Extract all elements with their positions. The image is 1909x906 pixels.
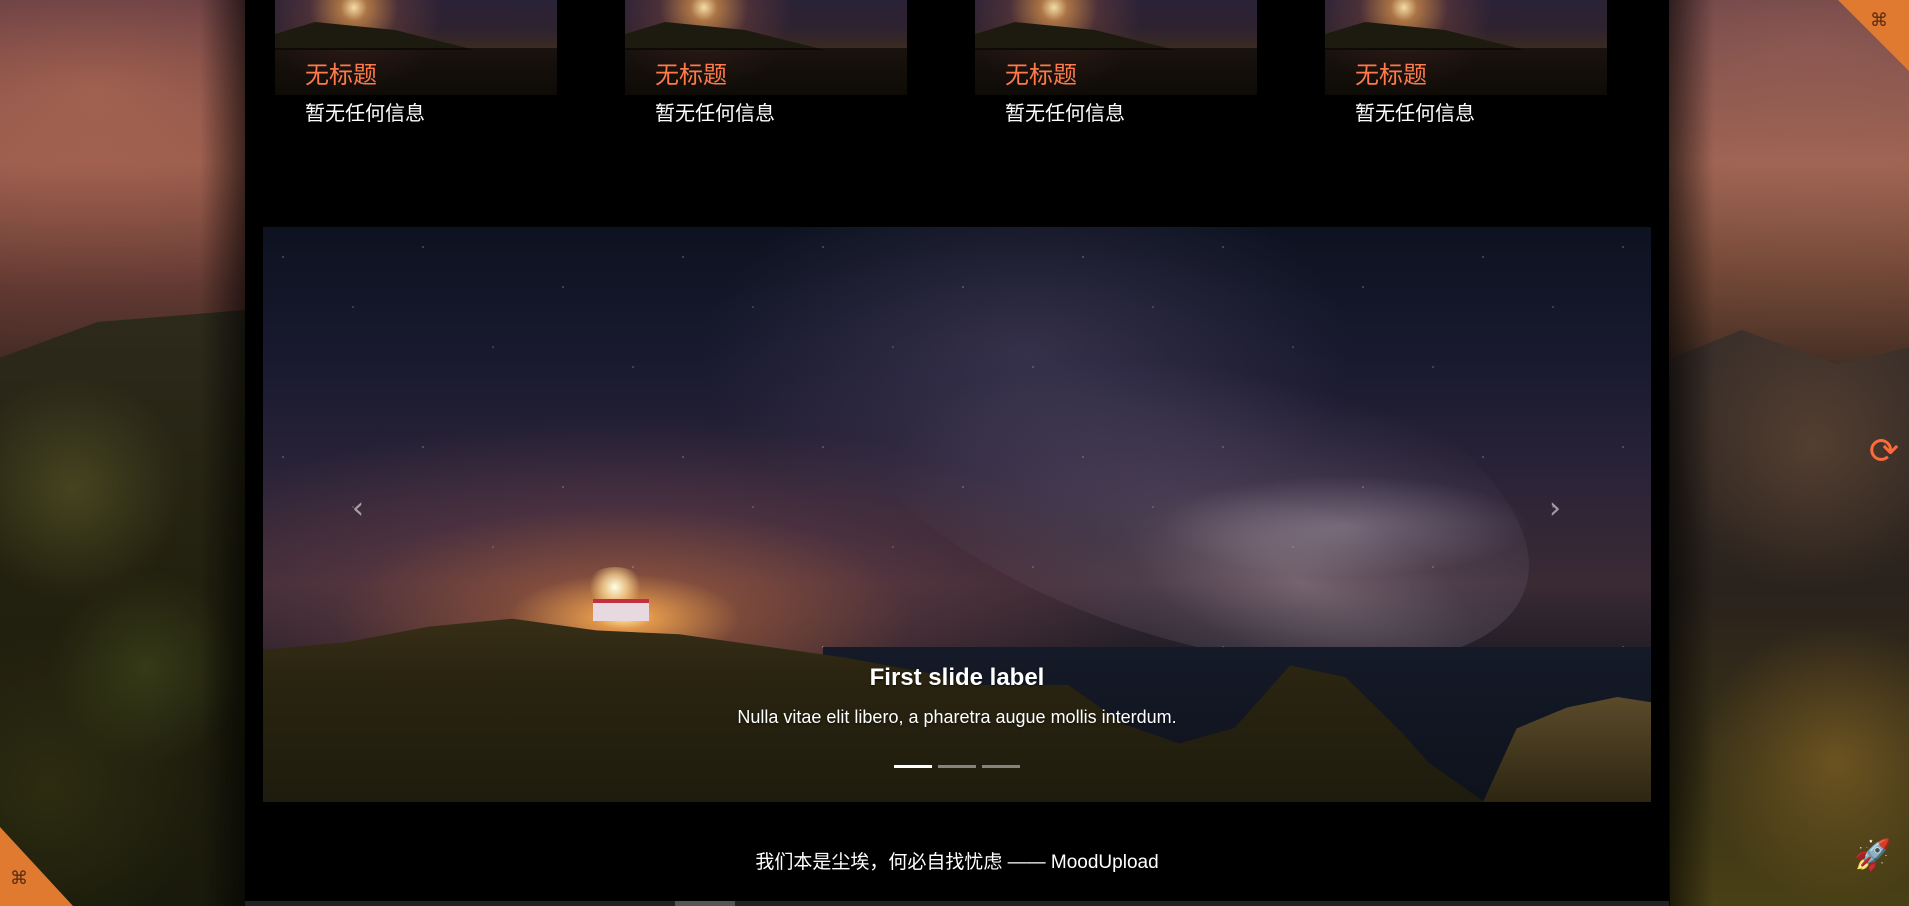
carousel-next-button[interactable]: › [1535, 489, 1575, 529]
panel-shadow-left [200, 0, 245, 906]
card-description: 暂无任何信息 [305, 103, 425, 125]
lighthouse [593, 599, 649, 621]
image-carousel[interactable]: ‹ › First slide label Nulla vitae elit l… [263, 227, 1651, 802]
card-description: 暂无任何信息 [655, 103, 775, 125]
card-1[interactable]: 无标题 暂无任何信息 [245, 0, 557, 125]
carousel-indicator-3[interactable] [982, 765, 1020, 768]
card-title[interactable]: 无标题 [1005, 55, 1077, 90]
horizontal-scrollbar[interactable] [245, 901, 1669, 906]
slide-caption-text: Nulla vitae elit libero, a pharetra augu… [737, 707, 1177, 727]
slide-caption-title: First slide label [869, 664, 1045, 691]
card-title[interactable]: 无标题 [655, 55, 727, 90]
card-3[interactable]: 无标题 暂无任何信息 [945, 0, 1257, 125]
carousel-indicator-2[interactable] [938, 765, 976, 768]
card-list: 无标题 暂无任何信息 无标题 暂无任何信息 无标题 暂无任何信息 无标题 暂无任… [245, 0, 1669, 130]
chevron-left-icon: ‹ [352, 491, 364, 526]
rocket-icon[interactable]: 🚀 [1854, 836, 1891, 876]
refresh-icon[interactable]: ⟳ [1864, 432, 1904, 472]
card-description: 暂无任何信息 [1355, 103, 1475, 125]
grid-icon: ⌘ [1870, 10, 1888, 31]
card-description: 暂无任何信息 [1005, 103, 1125, 125]
carousel-prev-button[interactable]: ‹ [338, 489, 378, 529]
carousel-indicators [263, 765, 1651, 771]
main-content: 无标题 暂无任何信息 无标题 暂无任何信息 无标题 暂无任何信息 无标题 暂无任… [245, 0, 1669, 901]
grid-icon: ⌘ [10, 868, 28, 889]
card-2[interactable]: 无标题 暂无任何信息 [595, 0, 907, 125]
chevron-right-icon: › [1549, 491, 1561, 526]
panel-shadow-right [1669, 0, 1714, 906]
card-4[interactable]: 无标题 暂无任何信息 [1295, 0, 1607, 125]
carousel-indicator-1[interactable] [894, 765, 932, 768]
card-title[interactable]: 无标题 [305, 55, 377, 90]
footer-quote: 我们本是尘埃，何必自找忧虑 —— MoodUpload [755, 852, 1159, 873]
scrollbar-thumb[interactable] [675, 901, 735, 906]
card-title[interactable]: 无标题 [1355, 55, 1427, 90]
